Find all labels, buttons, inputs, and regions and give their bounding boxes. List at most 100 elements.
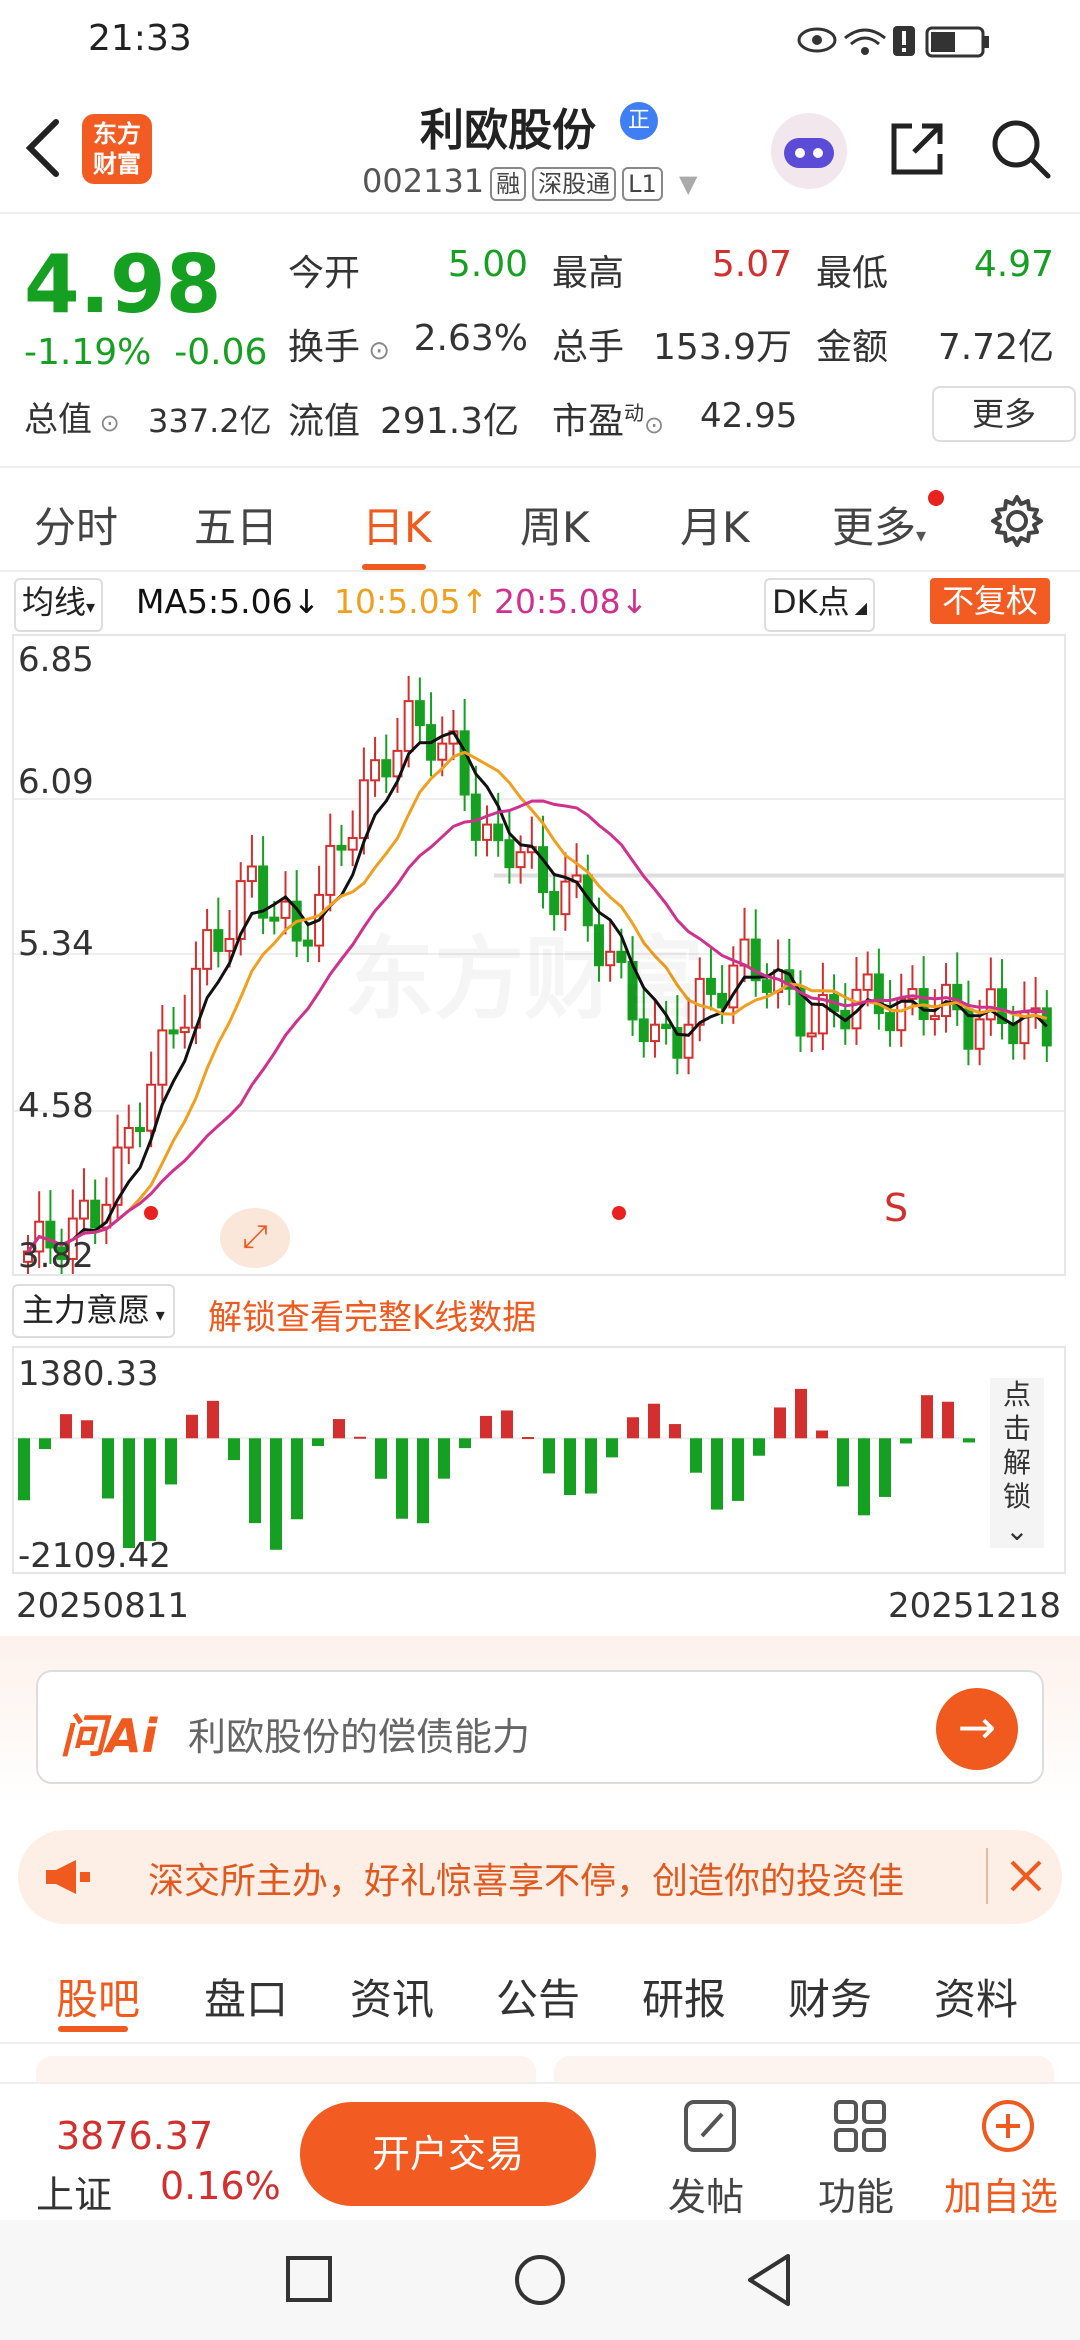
ma-selector[interactable]: 均线▾ [14,578,104,632]
red-dot-badge [928,490,944,506]
candle-body [929,1015,940,1021]
functions-grid-icon[interactable] [830,2096,890,2156]
tab-finance[interactable]: 财务 [788,1966,872,2027]
candle-body [213,929,224,952]
tab-handicap[interactable]: 盘口 [204,1966,288,2027]
flow-bar [585,1438,597,1494]
capital-flow-chart[interactable]: 1380.33 -2109.42 点击解锁 ⌄ [12,1346,1066,1576]
back-arrow-icon[interactable] [22,116,62,180]
search-icon[interactable] [990,118,1052,180]
index-pct[interactable]: 0.16% [160,2164,281,2208]
tab-research[interactable]: 研报 [642,1966,726,2027]
candle-body [302,939,313,947]
tab-news[interactable]: 资讯 [350,1966,434,2027]
tab-monthly-k[interactable]: 月K [680,494,750,555]
candle-body [381,759,392,778]
candle-body [470,793,481,841]
flow-bar [60,1414,72,1439]
flow-bar [816,1430,828,1439]
tab-forum[interactable]: 股吧 [56,1966,140,2027]
ma20-label: 20:5.08↓ [494,582,649,621]
candle-body [269,916,280,922]
tag-connect: 深股通 [532,167,617,201]
flow-bar [837,1438,849,1487]
notice-banner[interactable]: 深交所主办，好礼惊喜享不停，创造你的投资佳 [18,1830,1062,1924]
flow-bar [249,1438,261,1524]
content-tabs: 股吧 盘口 资讯 公告 研报 财务 资料 [0,1940,1080,2044]
high-label: 最高 [552,253,625,294]
candle-body [739,938,750,967]
tab-daily-k[interactable]: 日K [362,494,432,555]
dk-point-button[interactable]: DK点 ◢ [764,578,876,632]
ai-avatar-icon[interactable] [770,112,848,190]
settings-gear-icon[interactable] [990,494,1044,548]
tab-5day[interactable]: 五日 [194,494,278,555]
close-icon[interactable] [1008,1858,1044,1894]
tab-timeshare[interactable]: 分时 [34,494,118,555]
add-watchlist-icon[interactable] [978,2096,1038,2156]
recent-apps-icon[interactable] [284,2254,334,2304]
dk-label: DK点 [772,583,850,621]
flow-bar [501,1410,513,1439]
share-icon[interactable] [886,118,948,180]
indicator-selector[interactable]: 主力意愿 ▾ [12,1284,175,1338]
candle-body [504,839,515,869]
float-label: 流值 [288,401,361,442]
add-watchlist-label[interactable]: 加自选 [944,2166,1058,2221]
change-pct: -1.19% [24,332,152,373]
stock-title: 利欧股份 [420,105,596,156]
functions-label[interactable]: 功能 [818,2166,894,2221]
flow-bar [690,1438,702,1473]
active-tab-underline [58,2026,128,2032]
info-icon[interactable]: ⊙ [92,409,120,437]
open-account-trade-button[interactable]: 开户交易 [300,2102,596,2206]
candle-body [493,823,504,842]
index-name[interactable]: 上证 [36,2164,112,2219]
home-icon[interactable] [512,2252,568,2308]
flow-bar [732,1438,744,1501]
ask-send-arrow-icon[interactable]: → [936,1688,1018,1770]
index-value[interactable]: 3876.37 [56,2114,213,2158]
info-icon[interactable]: ⊙ [360,336,390,366]
candle-body [885,1012,896,1032]
side-unlock-button[interactable]: 点击解锁 ⌄ [990,1378,1044,1548]
adjust-button[interactable]: 不复权 [930,578,1051,624]
y-label-1: 6.85 [18,640,94,680]
flow-bar [963,1438,975,1443]
post-edit-icon[interactable] [680,2096,740,2156]
status-bar: 21:33 [0,0,1080,84]
flow-bottom-label: -2109.42 [18,1536,171,1576]
dropdown-caret-icon[interactable]: ▼ [679,170,697,198]
tab-more-label: 更多 [832,503,917,552]
info-icon[interactable]: ⊙ [644,411,664,439]
ask-ai-box[interactable]: 问Ai 利欧股份的偿债能力 → [36,1670,1044,1784]
y-label-4: 4.58 [18,1086,94,1126]
volume-label: 总手 [552,327,625,368]
tag-level: L1 [622,167,663,201]
turnover-value: 2.63% [413,318,528,359]
candle-body [974,1018,985,1050]
y-label-5: 3.82 [18,1236,94,1276]
flow-svg [14,1388,975,1550]
kline-chart[interactable]: 6.85 6.09 5.34 4.58 3.82 东方财富 S ⤢ [12,634,1066,1276]
tab-weekly-k[interactable]: 周K [520,494,590,555]
tab-more[interactable]: 更多▾ [832,494,926,555]
post-label[interactable]: 发帖 [668,2166,744,2221]
tab-profile[interactable]: 资料 [934,1966,1018,2027]
high-value: 5.07 [711,244,792,285]
unlock-kline-link[interactable]: 解锁查看完整K线数据 [208,1290,536,1339]
turnover-label-text: 换手 [288,327,361,368]
candle-body [370,759,381,782]
ma5-label: MA5:5.06↓ [136,582,321,621]
ma10-label: 10:5.05↑ [334,582,489,621]
ask-input[interactable]: 利欧股份的偿债能力 [188,1706,530,1761]
candle-body [459,730,470,796]
turnover-label: 换手 ⊙ [288,318,390,370]
more-button[interactable]: 更多 [932,386,1076,442]
back-nav-icon[interactable] [744,2252,794,2308]
signal-dot [144,1206,158,1220]
expand-icon[interactable]: ⤢ [220,1208,290,1268]
tab-announcements[interactable]: 公告 [496,1966,580,2027]
mktcap-label-text: 总值 [24,400,92,440]
open-label: 今开 [288,253,361,294]
